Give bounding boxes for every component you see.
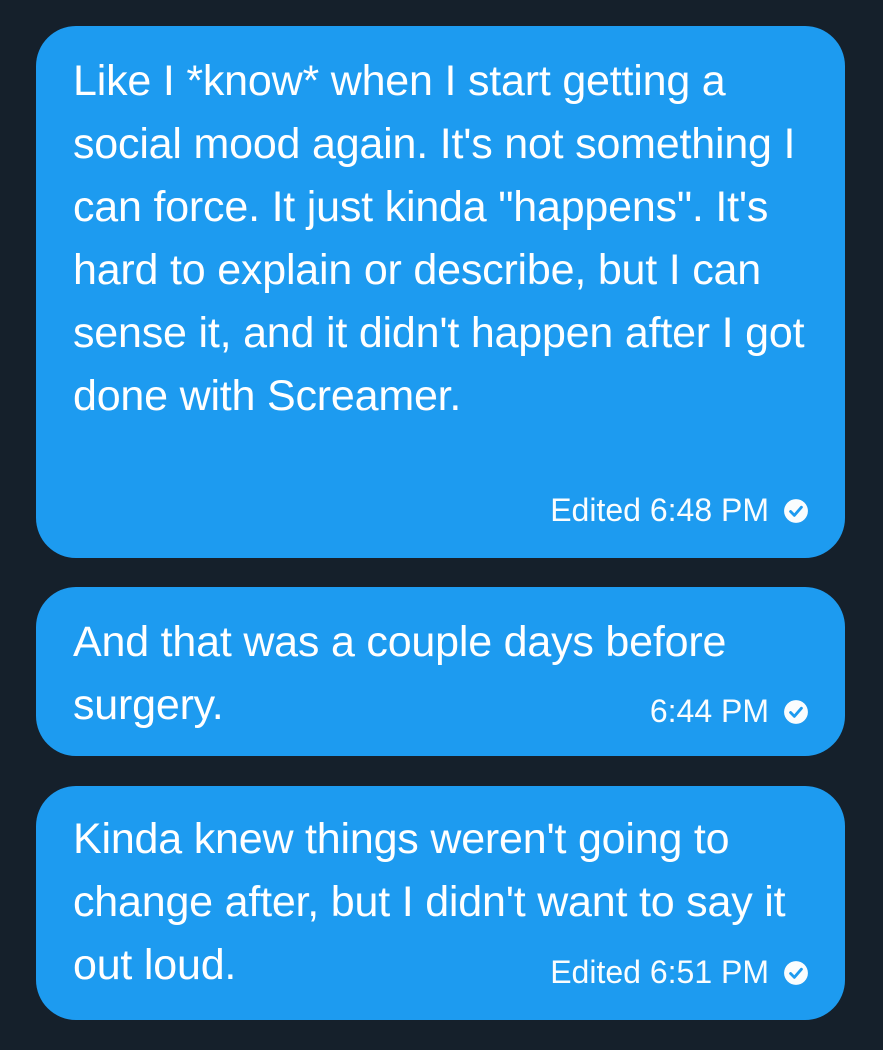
message-bubble[interactable]: And that was a couple days before surger…	[36, 587, 845, 756]
message-status: Edited 6:51 PM	[550, 954, 769, 990]
message-meta: Edited 6:48 PM	[550, 492, 809, 529]
check-circle-icon	[784, 960, 808, 985]
message-bubble[interactable]: Kinda knew things weren't going to chang…	[36, 786, 845, 1020]
message-meta: 6:44 PM	[650, 693, 809, 730]
message-meta: Edited 6:51 PM	[550, 954, 809, 991]
message-text: Like I *know* when I start getting a soc…	[73, 57, 805, 420]
dm-conversation: { "messages": [ { "text": "Like I *know*…	[0, 0, 883, 1050]
message-bubble[interactable]: Like I *know* when I start getting a soc…	[36, 26, 845, 558]
message-status: 6:44 PM	[649, 693, 769, 729]
check-circle-icon	[784, 498, 808, 523]
message-status: Edited 6:48 PM	[550, 492, 769, 528]
check-circle-icon	[784, 699, 808, 724]
